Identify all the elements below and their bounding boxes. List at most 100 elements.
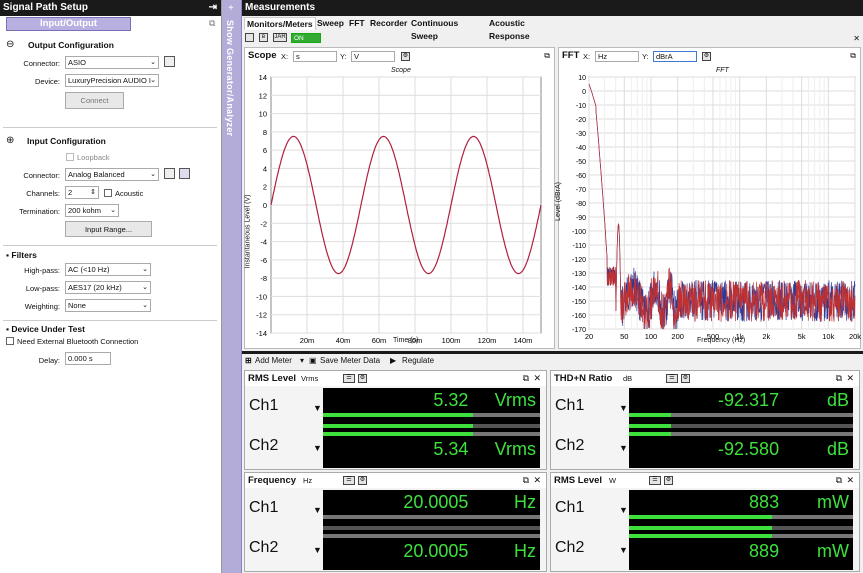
close-icon[interactable]: ✕ [533,475,541,486]
regulate-button[interactable]: Regulate [402,354,434,368]
highpass-select[interactable]: AC (<10 Hz) ⌄ [65,263,151,276]
tab-recorder[interactable]: Recorder [368,17,409,30]
y-tick-label: -6 [260,256,267,265]
output-device-select[interactable]: LuxuryPrecision AUDIO I ⌄ [65,74,159,87]
channel-1-label: Ch1 [555,397,585,414]
channel-1-value: -92.317 [718,390,780,410]
close-icon[interactable]: ✕ [846,373,854,384]
bluetooth-icon[interactable]: ʙ [259,33,268,42]
meter-title: RMS Level [554,475,603,486]
y-tick-label: 14 [259,73,267,82]
tab-acoustic-response[interactable]: Acoustic Response [487,17,532,41]
y-tick-label: -40 [576,145,586,152]
expand-icon[interactable]: ⧉ [209,18,215,29]
meter-display: -92.317 dB -92.580 dB [629,388,853,468]
channel-1-bar [629,526,772,530]
tab-fft[interactable]: FFT [347,17,367,30]
chevron-down-icon[interactable]: ▼ [619,505,628,515]
chevron-down-icon[interactable]: ▼ [619,443,628,453]
fft-chart: 100-10-20-30-40-50-60-70-80-90-100-110-1… [572,75,861,341]
connect-button[interactable]: Connect [65,92,124,109]
meter-menu-icon[interactable]: ☰ [649,476,661,485]
y-tick-label: 0 [582,89,586,96]
meter-display: 5.32 Vrms 5.34 Vrms [323,388,540,468]
loopback-checkbox[interactable] [66,153,74,161]
tab-input-output[interactable]: Input/Output [6,17,131,31]
x-tick-label: 140m [514,336,533,345]
settings-icon[interactable] [164,168,175,179]
add-meter-button[interactable]: Add Meter [255,354,292,368]
chevron-down-icon[interactable]: ▼ [619,545,628,555]
channels-stepper[interactable]: 2 ⇕ [65,186,99,199]
channel-1-value: 20.0005 [403,492,469,512]
popout-icon[interactable]: ⧉ [523,373,529,384]
y-tick-label: -140 [572,285,586,292]
signal-path-panel: Signal Path Setup ⇥ Input/Output ⧉ ⊖ Outp… [0,0,222,573]
chevron-down-icon[interactable]: ▼ [313,505,322,515]
tab-monitors-meters[interactable]: Monitors/Meters [244,17,316,30]
delay-input[interactable]: 0.000 s [65,352,111,365]
meter-unit-select[interactable]: Vrms [301,374,318,383]
x-tick-label: 50 [620,332,628,341]
output-icon: ⊖ [6,39,15,50]
expand-icon[interactable]: + [228,3,234,14]
input-connector-select[interactable]: Analog Balanced ⌄ [65,168,159,181]
termination-label: Termination: [19,207,60,216]
popout-icon[interactable]: ⧉ [836,475,842,486]
jar-icon[interactable]: JAR [273,33,287,42]
meter-menu-icon[interactable]: ☰ [343,476,355,485]
channel-1-unit: dB [826,390,849,410]
output-connector-label: Connector: [23,59,60,68]
settings-icon[interactable]: ⚙ [358,476,367,485]
termination-select[interactable]: 200 kohm ⌄ [65,204,119,217]
channel-1-value: 883 [749,492,780,512]
settings-icon[interactable] [164,56,175,67]
weighting-label: Weighting: [24,302,60,311]
chevron-down-icon[interactable]: ▼ [313,403,322,413]
divider [3,320,217,321]
weighting-select[interactable]: None ⌄ [65,299,151,312]
meter-menu-icon[interactable]: ☰ [666,374,678,383]
y-tick-label: 10 [259,110,267,119]
y-tick-label: -8 [260,274,267,283]
pin-icon[interactable]: ⇥ [209,0,217,16]
channel-2-value: 5.34 [433,439,469,459]
x-tick-label: 80m [408,336,423,345]
close-icon[interactable]: ✕ [846,475,854,486]
input-icon: ⊕ [6,135,15,146]
lowpass-select[interactable]: AES17 (20 kHz) ⌄ [65,281,151,294]
monitor-icon[interactable] [179,168,190,179]
tab-sweep[interactable]: Sweep [315,17,346,30]
chevron-down-icon[interactable]: ▼ [619,403,628,413]
close-icon[interactable]: ✕ [853,34,860,43]
settings-icon[interactable]: ⚙ [681,374,690,383]
dropdown-icon[interactable]: ▾ [300,354,304,368]
meter-menu-icon[interactable]: ☰ [343,374,355,383]
record-icon[interactable] [245,33,254,42]
y-tick-label: -90 [576,215,586,222]
popout-icon[interactable]: ⧉ [523,475,529,486]
bt-checkbox[interactable] [6,337,14,345]
y-tick-label: -10 [576,103,586,110]
meter-unit-select[interactable]: W [609,476,616,485]
meter-unit-select[interactable]: dB [623,374,632,383]
acoustic-checkbox[interactable] [104,189,112,197]
channel-1-unit: Vrms [494,390,536,410]
channel-2-unit: mW [817,541,849,561]
measurements-title: Measurements [242,0,863,16]
chevron-down-icon[interactable]: ▼ [313,443,322,453]
settings-icon[interactable]: ⚙ [664,476,673,485]
output-connector-select[interactable]: ASIO ⌄ [65,56,159,69]
channel-2-value: -92.580 [718,439,780,459]
save-meter-data-button[interactable]: Save Meter Data [320,354,380,368]
popout-icon[interactable]: ⧉ [836,373,842,384]
generator-toggle-strip[interactable]: + Show Generator/Analyzer [222,0,242,573]
on-toggle[interactable]: ON [291,33,321,43]
chevron-down-icon[interactable]: ▼ [313,545,322,555]
y-tick-label: 2 [263,183,267,192]
close-icon[interactable]: ✕ [533,373,541,384]
tab-continuous-sweep[interactable]: Continuous Sweep [409,17,460,41]
meter-unit-select[interactable]: Hz [303,476,312,485]
input-range-button[interactable]: Input Range... [65,221,152,237]
settings-icon[interactable]: ⚙ [358,374,367,383]
